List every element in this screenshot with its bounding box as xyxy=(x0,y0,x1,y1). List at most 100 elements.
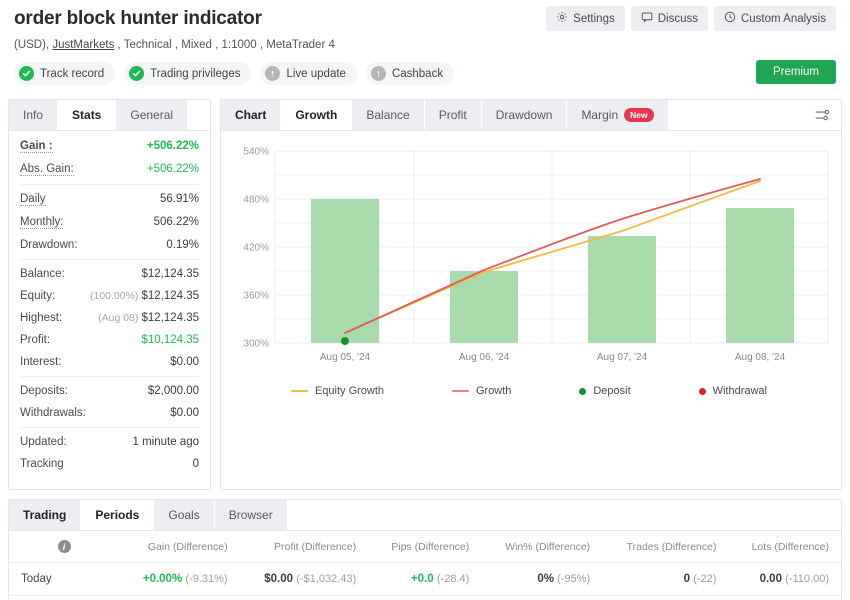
check-circle-icon xyxy=(19,66,34,81)
tab-goals[interactable]: Goals xyxy=(154,500,214,530)
tab-general[interactable]: General xyxy=(116,100,188,130)
chart-bar xyxy=(588,236,656,343)
premium-button[interactable]: Premium xyxy=(756,60,836,84)
periods-panel: Trading Periods Goals Browser i Gain (Di… xyxy=(8,499,842,600)
stat-row-interest: Interest: $0.00 xyxy=(20,351,199,373)
custom-analysis-button[interactable]: Custom Analysis xyxy=(714,6,836,31)
legend-item-deposit[interactable]: Deposit xyxy=(579,385,630,397)
stats-group-meta: Updated: 1 minute ago Tracking 0 xyxy=(20,431,199,478)
row-cell-win: 0% (-95%) xyxy=(481,563,602,596)
table-header-lots[interactable]: Lots (Difference) xyxy=(728,531,841,563)
chart-panel-tabs: Chart Growth Balance Profit Drawdown Mar… xyxy=(221,100,841,131)
status-badge-live-update[interactable]: Live update xyxy=(260,62,356,85)
info-icon[interactable]: i xyxy=(58,540,71,553)
x-tick-label: Aug 07, '24 xyxy=(597,352,648,363)
status-badge-label: Track record xyxy=(40,68,104,80)
table-header-pips[interactable]: Pips (Difference) xyxy=(368,531,481,563)
row-cell-pips: +729.5 ( - ) xyxy=(368,596,481,600)
stat-label: Highest: xyxy=(20,312,62,324)
stat-label: Daily xyxy=(20,193,46,206)
tab-chart[interactable]: Chart xyxy=(221,100,281,130)
tab-periods[interactable]: Periods xyxy=(81,500,154,530)
status-badges: Track record Trading privileges Live upd… xyxy=(14,62,842,85)
tab-info[interactable]: Info xyxy=(9,100,58,130)
legend-line-icon xyxy=(452,390,469,392)
table-header-trades[interactable]: Trades (Difference) xyxy=(602,531,728,563)
periods-panel-tabs: Trading Periods Goals Browser xyxy=(9,500,841,531)
status-badge-trading-privileges[interactable]: Trading privileges xyxy=(124,62,251,85)
table-header-profit[interactable]: Profit (Difference) xyxy=(240,531,369,563)
y-tick-label: 480% xyxy=(243,195,269,206)
stat-row-abs-gain: Abs. Gain: +506.22% xyxy=(20,158,199,181)
stats-group-funding: Deposits: $2,000.00 Withdrawals: $0.00 xyxy=(20,380,199,428)
legend-item-withdrawal[interactable]: Withdrawal xyxy=(699,385,767,397)
stat-label: Equity: xyxy=(20,290,55,302)
header-actions: Settings Discuss Custom Analysis xyxy=(546,6,836,31)
row-period-label: This Week xyxy=(9,596,119,600)
discuss-button[interactable]: Discuss xyxy=(631,6,708,31)
status-badge-track-record[interactable]: Track record xyxy=(14,62,115,85)
tab-margin[interactable]: MarginNew xyxy=(567,100,668,130)
tab-stats[interactable]: Stats xyxy=(58,100,116,130)
row-cell-lots: 0.00 (-110.00) xyxy=(728,563,841,596)
cell-diff: (-110.00) xyxy=(785,573,829,585)
chart-settings-button[interactable] xyxy=(814,107,831,129)
account-meta-rest: , Technical , Mixed , 1:1000 , MetaTrade… xyxy=(114,39,335,51)
y-tick-label: 420% xyxy=(243,243,269,254)
stat-row-daily: Daily 56.91% xyxy=(20,188,199,211)
stat-label: Abs. Gain: xyxy=(20,163,74,176)
stat-sub-value: (100.00%) xyxy=(90,290,138,302)
tab-growth[interactable]: Growth xyxy=(281,100,352,130)
tab-balance[interactable]: Balance xyxy=(352,100,424,130)
stat-label: Gain : xyxy=(20,140,53,153)
stat-sub-value: (Aug 08) xyxy=(98,312,138,324)
account-currency: (USD), xyxy=(14,39,52,51)
table-header-win[interactable]: Win% (Difference) xyxy=(481,531,602,563)
row-cell-profit: $10,124.35 ( - ) xyxy=(240,596,369,600)
row-cell-trades: 0 (-22) xyxy=(602,563,728,596)
stat-label: Updated: xyxy=(20,436,67,448)
tab-trading[interactable]: Trading xyxy=(9,500,81,530)
row-cell-gain: +0.00% (-9.31%) xyxy=(119,563,240,596)
growth-chart-container: 540% 480% 420% 360% 300% xyxy=(221,131,841,413)
broker-link[interactable]: JustMarkets xyxy=(52,39,114,51)
stat-value: $12,124.35 xyxy=(141,290,199,302)
table-row[interactable]: This Week +506.22% ( - ) $10,124.35 ( - … xyxy=(9,596,841,600)
clock-icon xyxy=(724,11,736,26)
legend-item-growth[interactable]: Growth xyxy=(452,385,511,397)
stat-value: 506.22% xyxy=(154,216,199,228)
chart-panel: Chart Growth Balance Profit Drawdown Mar… xyxy=(220,99,842,490)
table-header-gain[interactable]: Gain (Difference) xyxy=(119,531,240,563)
stats-list: Gain : +506.22% Abs. Gain: +506.22% Dail… xyxy=(9,131,210,489)
legend-item-equity-growth[interactable]: Equity Growth xyxy=(291,385,384,397)
legend-label: Equity Growth xyxy=(315,385,384,397)
status-badge-cashback[interactable]: Cashback xyxy=(366,62,454,85)
cell-diff: (-28.4) xyxy=(437,573,469,585)
stat-label: Deposits: xyxy=(20,385,68,397)
new-badge: New xyxy=(624,108,653,122)
y-tick-label: 540% xyxy=(243,147,269,158)
stat-label: Interest: xyxy=(20,356,62,368)
growth-chart-svg: 540% 480% 420% 360% 300% xyxy=(229,141,829,379)
row-cell-trades: 128 ( - ) xyxy=(602,596,728,600)
growth-chart: 540% 480% 420% 360% 300% xyxy=(229,141,829,379)
settings-button[interactable]: Settings xyxy=(546,6,625,31)
legend-dot-icon xyxy=(579,388,586,395)
stat-label: Monthly: xyxy=(20,216,63,229)
table-row[interactable]: Today +0.00% (-9.31%) $0.00 (-$1,032.43)… xyxy=(9,563,841,596)
exclamation-circle-icon xyxy=(371,66,386,81)
exclamation-circle-icon xyxy=(265,66,280,81)
tab-profit[interactable]: Profit xyxy=(425,100,482,130)
cell-diff: (-22) xyxy=(693,573,716,585)
tab-browser[interactable]: Browser xyxy=(215,500,288,530)
legend-dot-icon xyxy=(699,388,706,395)
legend-label: Withdrawal xyxy=(713,385,767,397)
stat-row-tracking: Tracking 0 xyxy=(20,453,199,475)
main-columns: Info Stats General Gain : +506.22% Abs. … xyxy=(8,99,842,490)
tab-drawdown[interactable]: Drawdown xyxy=(482,100,568,130)
stat-value: 56.91% xyxy=(160,193,199,205)
account-meta: (USD), JustMarkets , Technical , Mixed ,… xyxy=(14,39,842,51)
stat-value: $2,000.00 xyxy=(148,385,199,397)
deposit-marker xyxy=(341,337,349,345)
stat-label: Drawdown: xyxy=(20,239,78,251)
